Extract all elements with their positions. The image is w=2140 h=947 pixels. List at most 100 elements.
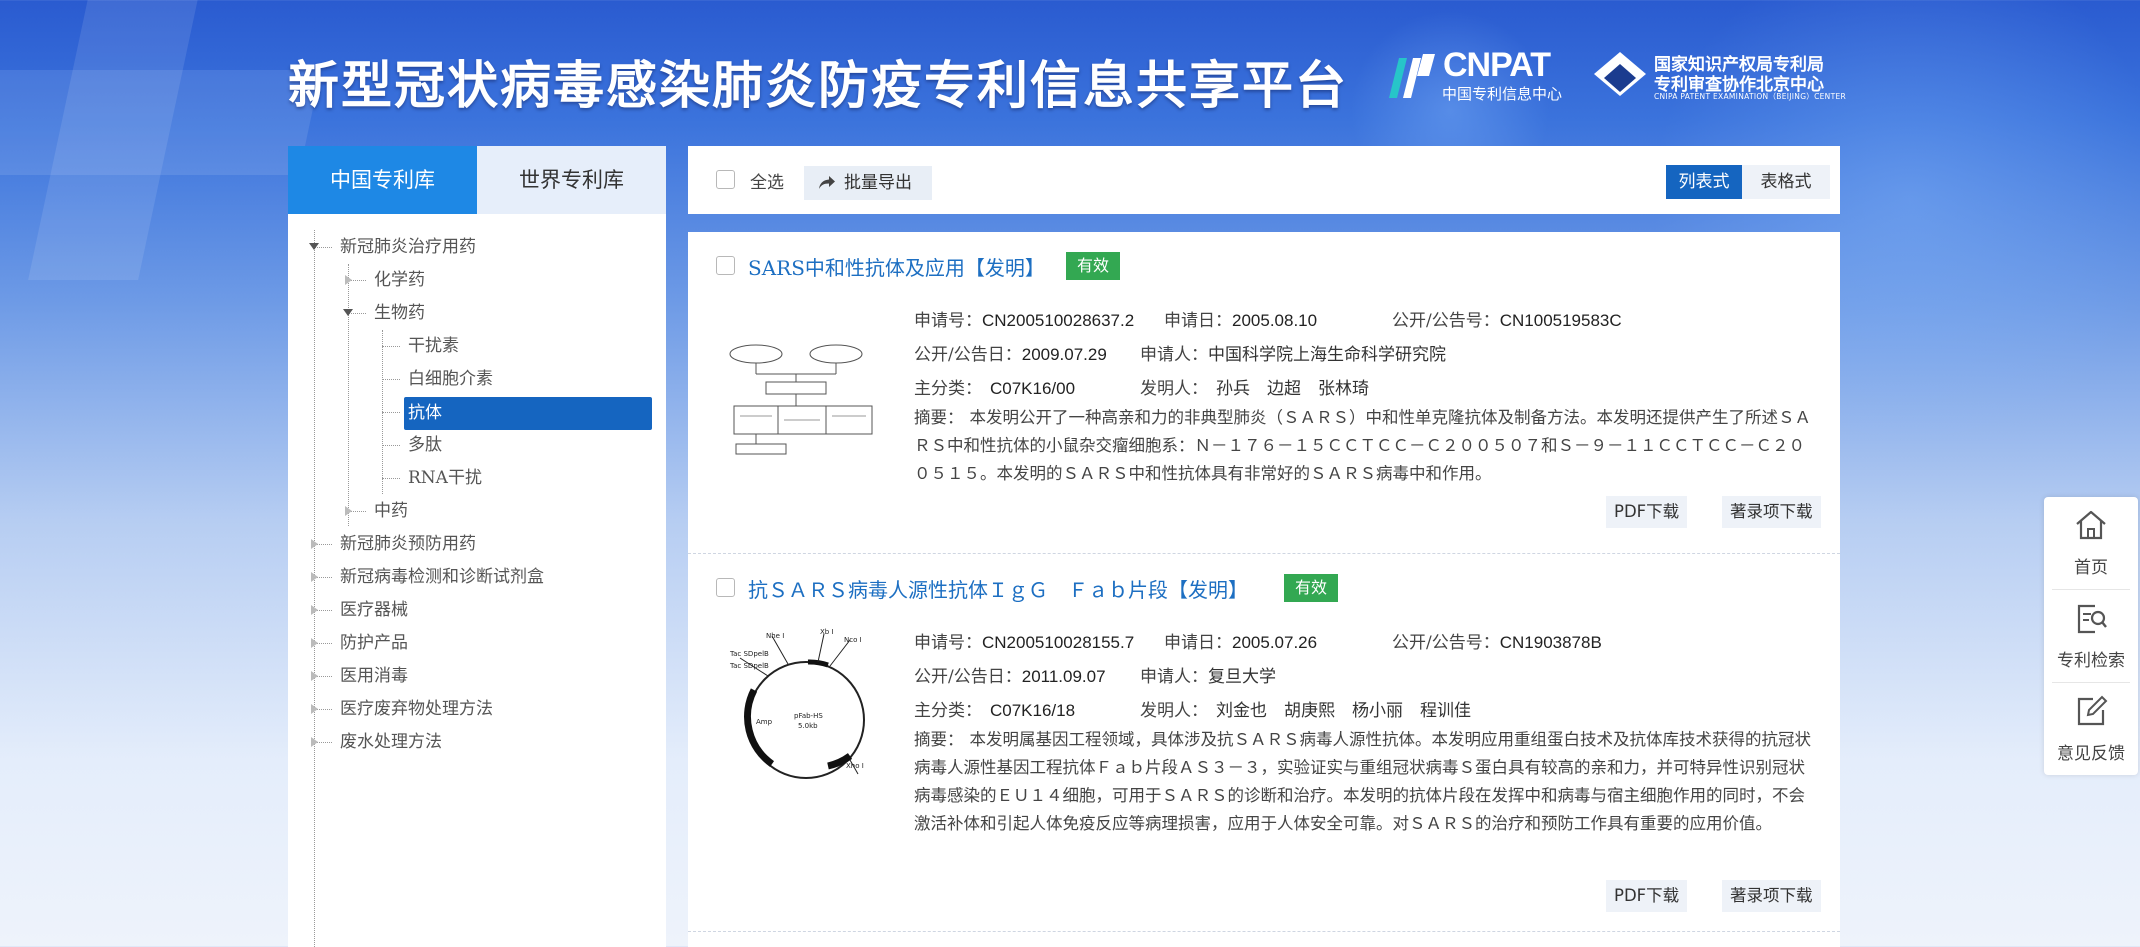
status-badge: 有效 bbox=[1066, 252, 1121, 280]
feedback-button[interactable]: 意见反馈 bbox=[2044, 683, 2138, 775]
tree-item-medical-disinfection[interactable]: 医用消毒 bbox=[340, 661, 408, 691]
tab-china-patent-db[interactable]: 中国专利库 bbox=[288, 146, 477, 214]
cnpat-logo-mark-icon bbox=[1389, 54, 1435, 98]
publication-date: 公开/公告日：2009.07.29 bbox=[914, 345, 1107, 365]
tree-collapsed-caret-icon[interactable] bbox=[345, 275, 352, 285]
share-arrow-icon bbox=[819, 176, 835, 189]
cnipa-logo-mark-icon bbox=[1594, 52, 1646, 96]
edit-icon bbox=[2077, 695, 2108, 726]
applicant: 申请人：复旦大学 bbox=[1140, 667, 1276, 687]
batch-export-button[interactable]: 批量导出 bbox=[804, 166, 932, 200]
svg-text:Amp: Amp bbox=[756, 718, 773, 726]
cnipa-logo[interactable]: 国家知识产权局专利局 专利审查协作北京中心 CNIPA PATENT EXAMI… bbox=[1592, 48, 1846, 104]
publication-number: 公开/公告号：CN1903878B bbox=[1392, 633, 1602, 653]
patent-title-link[interactable]: 抗ＳＡＲＳ病毒人源性抗体ＩｇＧ Ｆａｂ片段【发明】 bbox=[748, 574, 1248, 603]
patent-abstract: 摘要： 本发明公开了一种高亲和力的非典型肺炎（ＳＡＲＳ）中和性单克隆抗体及制备方法… bbox=[914, 408, 1811, 483]
home-icon bbox=[2076, 510, 2106, 540]
cnpat-logo-text: CNPAT bbox=[1443, 46, 1551, 84]
tree-item-biological-drugs[interactable]: 生物药 bbox=[374, 298, 425, 328]
cnpat-logo[interactable]: CNPAT 中国专利信息中心 bbox=[1385, 46, 1575, 104]
svg-text:5.0kb: 5.0kb bbox=[798, 722, 818, 730]
tree-item-interleukin[interactable]: 白细胞介素 bbox=[408, 364, 493, 394]
patent-title-link[interactable]: SARS中和性抗体及应用【发明】 bbox=[748, 252, 1045, 281]
patent-drawing-thumbnail[interactable] bbox=[728, 340, 878, 470]
site-header: 新型冠状病毒感染肺炎防疫专利信息共享平台 CNPAT 中国专利信息中心 国家知识… bbox=[0, 0, 2140, 146]
tree-item-chinese-medicine[interactable]: 中药 bbox=[374, 496, 408, 526]
tree-item-medical-waste[interactable]: 医疗废弃物处理方法 bbox=[340, 694, 493, 724]
svg-text:Nco I: Nco I bbox=[844, 636, 862, 644]
patent-search-button[interactable]: 专利检索 bbox=[2044, 590, 2138, 682]
tree-item-interferon[interactable]: 干扰素 bbox=[408, 331, 459, 361]
application-number: 申请号：CN200510028155.7 bbox=[914, 633, 1135, 653]
patent-type: 【发明】 bbox=[964, 256, 1045, 280]
patent-record: 抗ＳＡＲＳ病毒人源性抗体ＩｇＧ Ｆａｂ片段【发明】 有效 Nhe I Xb I … bbox=[688, 554, 1840, 934]
patent-search-label: 专利检索 bbox=[2057, 651, 2125, 671]
home-label: 首页 bbox=[2074, 558, 2108, 578]
site-title: 新型冠状病毒感染肺炎防疫专利信息共享平台 bbox=[288, 57, 1349, 116]
select-all-checkbox[interactable] bbox=[716, 170, 735, 189]
publication-date: 公开/公告日：2011.09.07 bbox=[914, 667, 1106, 687]
svg-text:Tac SDpelB: Tac SDpelB bbox=[729, 662, 769, 670]
tree-item-prevention-drugs[interactable]: 新冠肺炎预防用药 bbox=[340, 529, 476, 559]
tree-connector bbox=[314, 230, 315, 947]
tree-item-rna-interference[interactable]: RNA干扰 bbox=[408, 463, 482, 493]
tree-collapsed-caret-icon[interactable] bbox=[311, 572, 318, 582]
record-checkbox[interactable] bbox=[716, 256, 735, 275]
svg-text:pFab-HS: pFab-HS bbox=[794, 712, 823, 720]
tree-collapsed-caret-icon[interactable] bbox=[311, 638, 318, 648]
tree-connector bbox=[382, 478, 400, 479]
applicant: 申请人：中国科学院上海生命科学研究院 bbox=[1140, 345, 1446, 365]
tree-collapsed-caret-icon[interactable] bbox=[311, 539, 318, 549]
plasmid-map-thumbnail[interactable]: Nhe I Xb I Nco I Tac SDpelB Tac SDpelB A… bbox=[728, 628, 878, 788]
svg-text:Tac SDpelB: Tac SDpelB bbox=[729, 650, 769, 658]
status-badge: 有效 bbox=[1284, 574, 1339, 602]
tree-item-treatment-drugs[interactable]: 新冠肺炎治疗用药 bbox=[340, 232, 476, 262]
tree-item-wastewater[interactable]: 废水处理方法 bbox=[340, 727, 442, 757]
list-view-button[interactable]: 列表式 bbox=[1666, 165, 1742, 199]
patent-record: SARS中和性抗体及应用【发明】 有效 申请号：CN200510028637.2 bbox=[688, 232, 1840, 554]
category-tree: 新冠肺炎治疗用药 化学药 生物药 干扰素 白细胞介素 抗体 多肽 RNA干扰 中… bbox=[288, 214, 666, 947]
application-date: 申请日：2005.07.26 bbox=[1164, 633, 1318, 653]
table-view-button[interactable]: 表格式 bbox=[1742, 165, 1830, 199]
svg-text:Nhe I: Nhe I bbox=[766, 632, 784, 640]
inventors: 发明人： 孙兵 边超 张林琦 bbox=[1140, 379, 1369, 399]
record-divider bbox=[688, 931, 1840, 932]
patent-abstract: 摘要： 本发明属基因工程领域，具体涉及抗ＳＡＲＳ病毒人源性抗体。本发明应用重组蛋白… bbox=[914, 730, 1811, 833]
tree-expanded-caret-icon[interactable] bbox=[343, 309, 353, 316]
tree-connector bbox=[382, 346, 400, 347]
tree-item-diagnostic-kits[interactable]: 新冠病毒检测和诊断试剂盒 bbox=[340, 562, 544, 592]
pdf-download-button[interactable]: PDF下载 bbox=[1606, 496, 1688, 528]
pdf-download-button[interactable]: PDF下载 bbox=[1606, 880, 1688, 912]
tree-collapsed-caret-icon[interactable] bbox=[311, 704, 318, 714]
tree-collapsed-caret-icon[interactable] bbox=[311, 737, 318, 747]
category-sidebar: 中国专利库 世界专利库 新冠肺炎治疗用药 化学药 生物药 干扰素 白细胞介素 抗… bbox=[288, 146, 666, 947]
tree-item-medical-devices[interactable]: 医疗器械 bbox=[340, 595, 408, 625]
floating-quick-nav: 首页 专利检索 意见反馈 bbox=[2044, 497, 2138, 775]
view-toggle: 列表式 表格式 bbox=[1666, 165, 1830, 199]
svg-text:Xho I: Xho I bbox=[846, 762, 864, 770]
svg-text:Xb I: Xb I bbox=[820, 628, 834, 636]
tab-world-patent-db[interactable]: 世界专利库 bbox=[477, 146, 666, 214]
tree-collapsed-caret-icon[interactable] bbox=[345, 506, 352, 516]
tree-connector bbox=[382, 412, 400, 413]
biblio-download-button[interactable]: 著录项下载 bbox=[1722, 496, 1821, 528]
tree-expanded-caret-icon[interactable] bbox=[309, 243, 319, 250]
tree-item-peptide[interactable]: 多肽 bbox=[408, 430, 442, 460]
tree-connector bbox=[382, 379, 400, 380]
tree-collapsed-caret-icon[interactable] bbox=[311, 671, 318, 681]
feedback-label: 意见反馈 bbox=[2057, 744, 2125, 764]
main-classification: 主分类： C07K16/00 bbox=[914, 379, 1076, 399]
biblio-download-button[interactable]: 著录项下载 bbox=[1722, 880, 1821, 912]
patent-title: 抗ＳＡＲＳ病毒人源性抗体ＩｇＧ Ｆａｂ片段 bbox=[748, 578, 1168, 602]
select-all-label[interactable]: 全选 bbox=[750, 168, 784, 193]
publication-number: 公开/公告号：CN100519583C bbox=[1392, 311, 1622, 331]
tree-connector bbox=[382, 445, 400, 446]
home-button[interactable]: 首页 bbox=[2044, 497, 2138, 589]
record-checkbox[interactable] bbox=[716, 578, 735, 597]
tree-item-chemical-drugs[interactable]: 化学药 bbox=[374, 265, 425, 295]
patent-title: SARS中和性抗体及应用 bbox=[748, 256, 965, 280]
tree-collapsed-caret-icon[interactable] bbox=[311, 605, 318, 615]
cnipa-logo-line3: CNIPA PATENT EXAMINATION（BEIJING）CENTER bbox=[1654, 92, 1847, 101]
tree-item-protective-products[interactable]: 防护产品 bbox=[340, 628, 408, 658]
tree-item-antibody[interactable]: 抗体 bbox=[404, 397, 652, 430]
